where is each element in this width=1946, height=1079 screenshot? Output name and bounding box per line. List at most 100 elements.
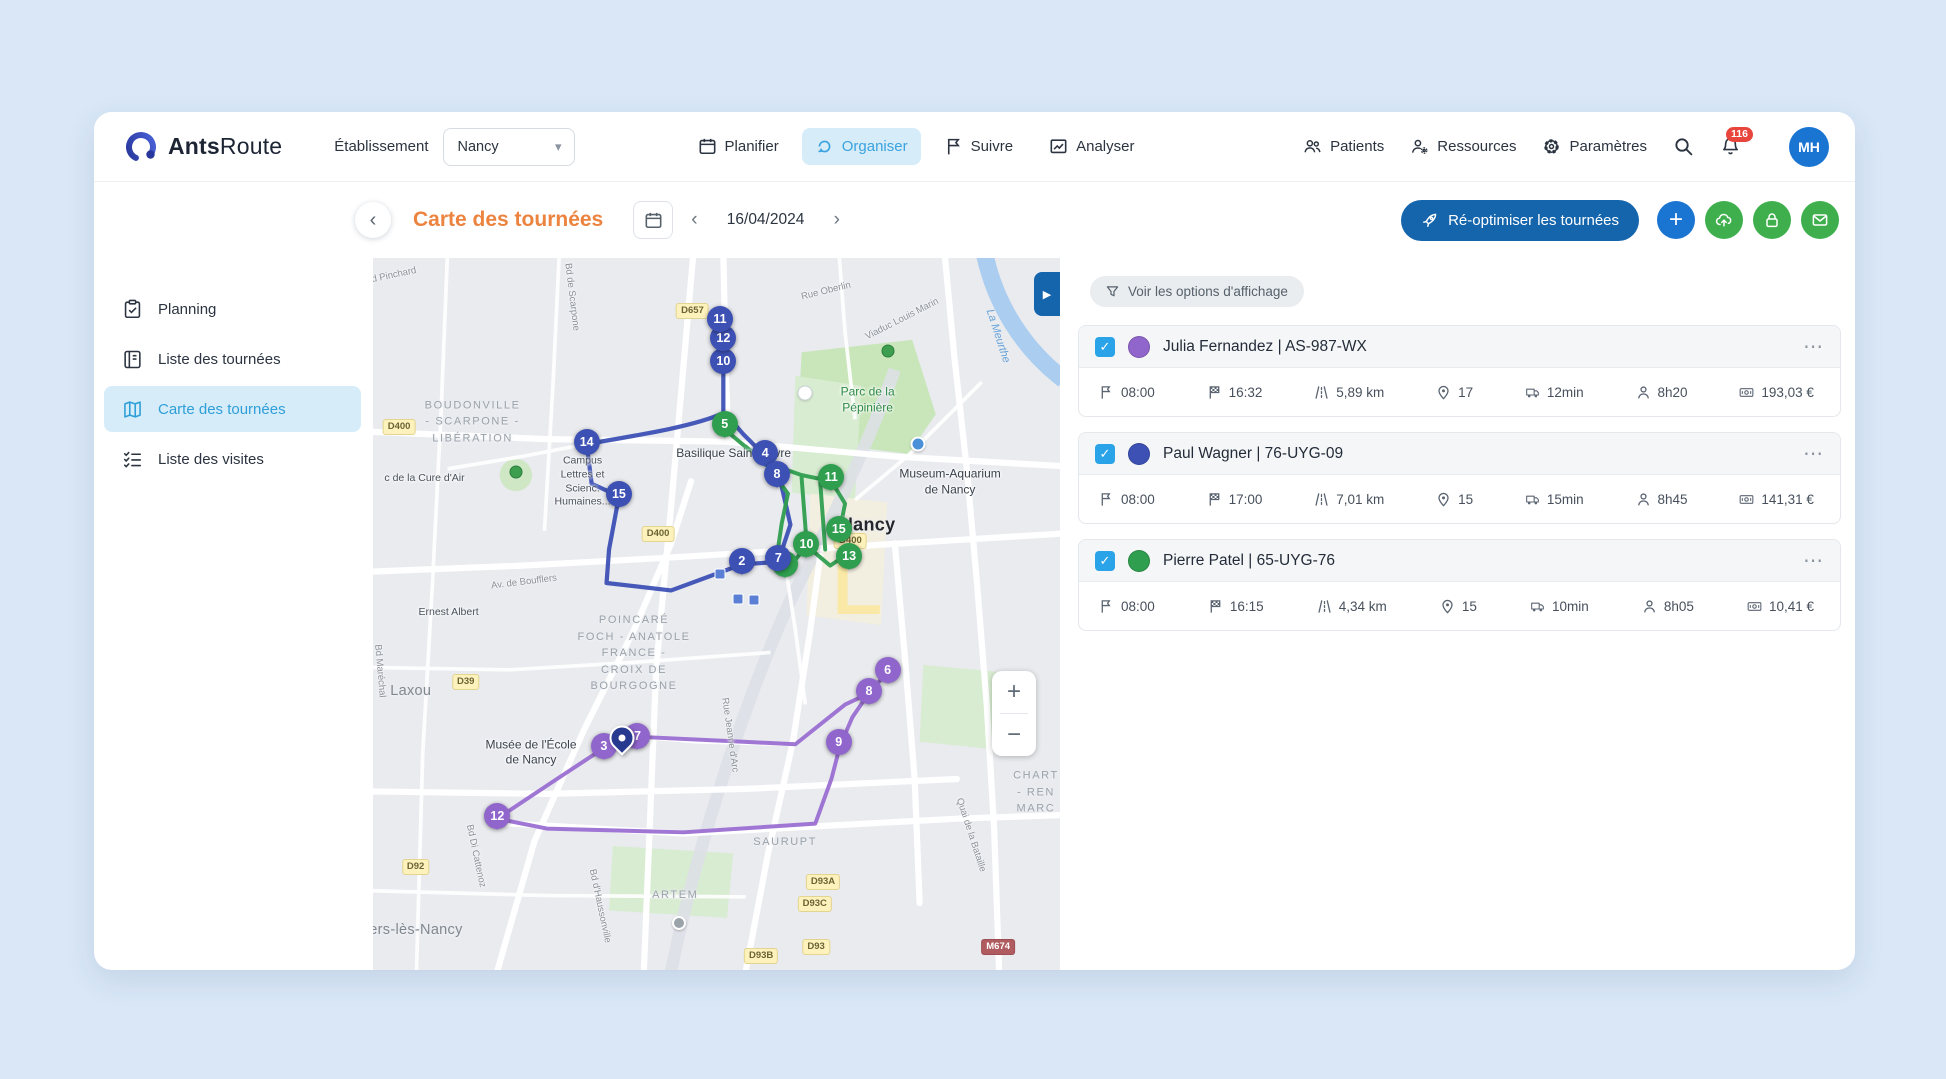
route-menu-button[interactable]: ⋯ [1803, 441, 1824, 466]
patients-icon [1303, 137, 1322, 156]
route-menu-button[interactable]: ⋯ [1803, 334, 1824, 359]
stat-drive-time: 15min [1525, 492, 1584, 507]
map-marker[interactable]: 8 [856, 678, 882, 704]
map-marker[interactable]: 6 [875, 657, 901, 683]
nav-suivre[interactable]: Suivre [931, 128, 1027, 165]
clipboard-icon [122, 299, 143, 320]
map-marker[interactable]: 15 [606, 481, 632, 507]
search-button[interactable] [1673, 136, 1694, 157]
vehicle-icon [1525, 385, 1540, 400]
map-marker[interactable]: 11 [818, 464, 844, 490]
route-card: ✓ Julia Fernandez | AS-987-WX ⋯ 08: [1078, 325, 1841, 417]
route-menu-button[interactable]: ⋯ [1803, 548, 1824, 573]
map-marker[interactable]: 3 [591, 733, 617, 759]
date-navigator: ‹ 16/04/2024 › [633, 201, 854, 239]
route-color-dot [1128, 550, 1150, 572]
main-nav: Planifier Organiser Suivre [685, 128, 1148, 165]
stat-work-duration: 8h05 [1642, 599, 1694, 614]
previous-day-button[interactable]: ‹ [677, 205, 711, 235]
stat-distance: 5,89 km [1314, 385, 1384, 400]
flag-icon [944, 137, 963, 156]
map[interactable]: Bd de Scarponed PinchardRue OberlinViadu… [373, 258, 1060, 970]
zoom-control: + − [992, 671, 1036, 756]
filter-icon [1106, 285, 1119, 298]
stat-end-time: 17:00 [1207, 492, 1263, 507]
routes-panel: Voir les options d'affichage ✓ Julia Fer… [1060, 258, 1855, 970]
finish-flag-icon [1207, 385, 1222, 400]
sidebar-item-planning[interactable]: Planning [104, 286, 361, 332]
map-marker[interactable]: 11 [707, 306, 733, 332]
mail-button[interactable] [1801, 201, 1839, 239]
stat-stops: 17 [1436, 385, 1473, 400]
toolbar-actions: Ré-optimiser les tournées + [1401, 200, 1839, 241]
marker-number: 7 [775, 551, 782, 565]
nav-patients[interactable]: Patients [1303, 137, 1384, 156]
expand-panel-button[interactable]: ▶ [1034, 272, 1060, 316]
road-icon [1317, 599, 1332, 614]
page-title: Carte des tournées [413, 208, 603, 232]
route-checkbox[interactable]: ✓ [1095, 337, 1115, 357]
map-marker[interactable]: 9 [826, 729, 852, 755]
brand-logo[interactable]: AntsRoute [124, 130, 282, 164]
map-marker[interactable]: 7 [624, 723, 650, 749]
sidebar-item-carte-tournees[interactable]: Carte des tournées [104, 386, 361, 432]
marker-number: 8 [866, 684, 873, 698]
marker-number: 2 [738, 554, 745, 568]
map-marker[interactable]: 15 [826, 516, 852, 542]
back-button[interactable]: ‹ [355, 202, 391, 238]
zoom-in-button[interactable]: + [992, 671, 1036, 713]
map-marker[interactable]: 5 [712, 411, 738, 437]
nav-organiser[interactable]: Organiser [802, 128, 921, 165]
cloud-sync-button[interactable] [1705, 201, 1743, 239]
map-marker[interactable]: 8 [764, 461, 790, 487]
route-card-header[interactable]: ✓ Paul Wagner | 76-UYG-09 ⋯ [1079, 433, 1840, 475]
reoptimize-button[interactable]: Ré-optimiser les tournées [1401, 200, 1639, 241]
route-checkbox[interactable]: ✓ [1095, 551, 1115, 571]
route-card-list: ✓ Julia Fernandez | AS-987-WX ⋯ 08: [1078, 325, 1841, 631]
lock-button[interactable] [1753, 201, 1791, 239]
pin-icon [1436, 492, 1451, 507]
organize-route-icon [815, 137, 834, 156]
stat-stops: 15 [1436, 492, 1473, 507]
nav-parametres[interactable]: Paramètres [1542, 137, 1647, 156]
marker-number: 5 [721, 417, 728, 431]
banknote-icon [1739, 492, 1754, 507]
zoom-out-button[interactable]: − [992, 714, 1036, 756]
calendar-icon [644, 211, 663, 230]
notifications-button[interactable]: 116 [1720, 136, 1741, 157]
stat-work-duration: 8h20 [1636, 385, 1688, 400]
route-card-header[interactable]: ✓ Pierre Patel | 65-UYG-76 ⋯ [1079, 540, 1840, 582]
marker-number: 8 [773, 467, 780, 481]
map-marker[interactable]: 2 [729, 548, 755, 574]
finish-flag-icon [1208, 599, 1223, 614]
route-card-header[interactable]: ✓ Julia Fernandez | AS-987-WX ⋯ [1079, 326, 1840, 368]
expand-icon: ▶ [1043, 288, 1051, 301]
add-button[interactable]: + [1657, 201, 1695, 239]
display-options-button[interactable]: Voir les options d'affichage [1090, 276, 1304, 307]
nav-analyser[interactable]: Analyser [1036, 128, 1147, 165]
route-card: ✓ Pierre Patel | 65-UYG-76 ⋯ 08:00 [1078, 539, 1841, 631]
sidebar-item-liste-visites[interactable]: Liste des visites [104, 436, 361, 482]
map-marker[interactable]: 10 [793, 531, 819, 557]
map-marker[interactable]: 14 [574, 429, 600, 455]
nav-planifier[interactable]: Planifier [685, 128, 792, 165]
route-checkbox[interactable]: ✓ [1095, 444, 1115, 464]
establishment-select[interactable]: Nancy ▾ [443, 128, 575, 166]
calendar-picker-button[interactable] [633, 201, 673, 239]
map-marker[interactable]: 13 [836, 543, 862, 569]
map-marker[interactable]: 12 [484, 803, 510, 829]
route-driver-name: Paul Wagner | 76-UYG-09 [1163, 445, 1343, 463]
route-driver-name: Julia Fernandez | AS-987-WX [1163, 338, 1367, 356]
marker-number: 4 [762, 446, 769, 460]
nav-ressources[interactable]: Ressources [1410, 137, 1516, 156]
next-day-button[interactable]: › [820, 205, 854, 235]
banknote-icon [1747, 599, 1762, 614]
notification-badge: 116 [1726, 127, 1753, 142]
brand-name: AntsRoute [168, 133, 282, 160]
stat-end-time: 16:15 [1208, 599, 1264, 614]
establishment-value: Nancy [458, 139, 499, 155]
stat-start-time: 08:00 [1099, 385, 1155, 400]
gear-icon [1542, 137, 1561, 156]
user-avatar[interactable]: MH [1789, 127, 1829, 167]
sidebar-item-liste-tournees[interactable]: Liste des tournées [104, 336, 361, 382]
